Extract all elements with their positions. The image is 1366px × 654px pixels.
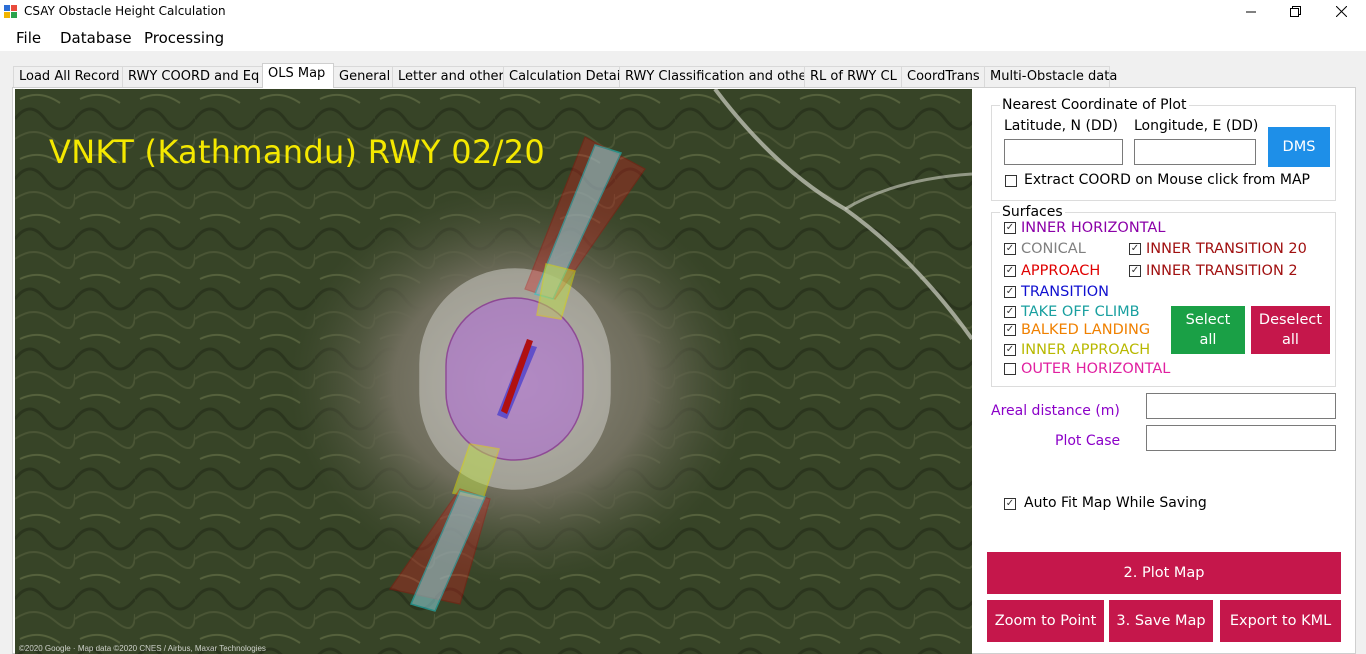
minimize-icon xyxy=(1245,11,1256,13)
surface-conical[interactable]: ✓ CONICAL xyxy=(1004,241,1086,257)
extract-coord-checkbox[interactable] xyxy=(1005,175,1017,187)
tab-multi-obstacle-data[interactable]: Multi-Obstacle data xyxy=(984,66,1117,87)
surface-inner-approach[interactable]: ✓ INNER APPROACH xyxy=(1004,342,1150,358)
balked-landing-checkbox[interactable]: ✓ xyxy=(1004,324,1016,336)
window-title: CSAY Obstacle Height Calculation xyxy=(24,4,226,18)
close-button[interactable] xyxy=(1318,0,1364,23)
inner-approach-label: INNER APPROACH xyxy=(1021,342,1151,358)
restore-icon xyxy=(1289,6,1301,17)
tab-rl-of-rwy-cl[interactable]: RL of RWY CL xyxy=(804,66,902,87)
surface-transition[interactable]: ✓ TRANSITION xyxy=(1004,284,1109,300)
surface-outer-horizontal[interactable]: OUTER HORIZONTAL xyxy=(1004,361,1170,377)
auto-fit-checkbox[interactable]: ✓ xyxy=(1004,498,1016,510)
map-attribution: ©2020 Google · Map data ©2020 CNES / Air… xyxy=(19,644,266,653)
satellite-map xyxy=(15,89,972,654)
inner-transition-2-label: INNER TRANSITION 2 xyxy=(1146,263,1298,279)
tab-coordtrans[interactable]: CoordTrans xyxy=(901,66,985,87)
conical-label: CONICAL xyxy=(1021,241,1086,257)
title-bar: CSAY Obstacle Height Calculation xyxy=(0,0,1366,23)
tab-load-all-record[interactable]: Load All Record xyxy=(13,66,123,87)
longitude-input[interactable] xyxy=(1134,139,1256,165)
menu-database[interactable]: Database xyxy=(60,29,132,47)
outer-horizontal-checkbox[interactable] xyxy=(1004,363,1016,375)
inner-horizontal-checkbox[interactable]: ✓ xyxy=(1004,222,1016,234)
menu-bar: File Database Processing xyxy=(0,23,1366,51)
transition-label: TRANSITION xyxy=(1021,284,1109,300)
plot-case-label: Plot Case xyxy=(1055,433,1121,449)
inner-horizontal-label: INNER HORIZONTAL xyxy=(1021,220,1166,236)
minimize-button[interactable] xyxy=(1228,0,1274,23)
tab-calculation-detail[interactable]: Calculation Detail xyxy=(503,66,624,87)
areal-distance-input[interactable] xyxy=(1146,393,1336,419)
select-all-label: Select all xyxy=(1185,312,1231,348)
deselect-all-button[interactable]: Deselect all xyxy=(1251,306,1330,354)
extract-coord-label: Extract COORD on Mouse click from MAP xyxy=(1024,172,1310,188)
balked-landing-label: BALKED LANDING xyxy=(1021,322,1151,338)
surface-take-off-climb[interactable]: ✓ TAKE OFF CLIMB xyxy=(1004,304,1140,320)
areal-distance-label: Areal distance (m) xyxy=(991,403,1120,419)
surface-inner-transition-2[interactable]: ✓ INNER TRANSITION 2 xyxy=(1129,263,1298,279)
tab-rwy-classification[interactable]: RWY Classification and other xyxy=(619,66,812,87)
tab-rwy-coord[interactable]: RWY COORD and Eq xyxy=(122,66,264,87)
conical-checkbox[interactable]: ✓ xyxy=(1004,243,1016,255)
select-all-button[interactable]: Select all xyxy=(1171,306,1245,354)
take-off-climb-checkbox[interactable]: ✓ xyxy=(1004,306,1016,318)
surface-inner-horizontal[interactable]: ✓ INNER HORIZONTAL xyxy=(1004,220,1165,236)
inner-transition-2-checkbox[interactable]: ✓ xyxy=(1129,265,1141,277)
surfaces-legend: Surfaces xyxy=(1000,204,1065,220)
inner-transition-20-checkbox[interactable]: ✓ xyxy=(1129,243,1141,255)
take-off-climb-label: TAKE OFF CLIMB xyxy=(1021,304,1140,320)
approach-label: APPROACH xyxy=(1021,263,1101,279)
surface-approach[interactable]: ✓ APPROACH xyxy=(1004,263,1100,279)
inner-transition-20-label: INNER TRANSITION 20 xyxy=(1146,241,1307,257)
approach-checkbox[interactable]: ✓ xyxy=(1004,265,1016,277)
deselect-all-label: Deselect all xyxy=(1258,312,1323,348)
auto-fit-label: Auto Fit Map While Saving xyxy=(1024,495,1207,511)
export-kml-button[interactable]: Export to KML xyxy=(1220,600,1341,642)
tab-ols-map[interactable]: OLS Map xyxy=(262,63,334,88)
menu-processing[interactable]: Processing xyxy=(144,29,224,47)
longitude-label: Longitude, E (DD) xyxy=(1134,118,1259,134)
inner-approach-checkbox[interactable]: ✓ xyxy=(1004,344,1016,356)
latitude-input[interactable] xyxy=(1004,139,1123,165)
app-icon xyxy=(4,5,18,18)
tab-letter-and-others[interactable]: Letter and others xyxy=(392,66,511,87)
tab-general[interactable]: General xyxy=(333,66,393,87)
outer-horizontal-label: OUTER HORIZONTAL xyxy=(1021,361,1171,377)
menu-file[interactable]: File xyxy=(16,29,41,47)
save-map-button[interactable]: 3. Save Map xyxy=(1109,600,1213,642)
transition-checkbox[interactable]: ✓ xyxy=(1004,286,1016,298)
surface-inner-transition-20[interactable]: ✓ INNER TRANSITION 20 xyxy=(1129,241,1307,257)
close-icon xyxy=(1335,6,1347,17)
plot-map-button[interactable]: 2. Plot Map xyxy=(987,552,1341,594)
nearest-coordinate-legend: Nearest Coordinate of Plot xyxy=(1000,97,1189,113)
zoom-to-point-button[interactable]: Zoom to Point xyxy=(987,600,1104,642)
dms-button[interactable]: DMS xyxy=(1268,127,1330,167)
latitude-label: Latitude, N (DD) xyxy=(1004,118,1118,134)
surface-balked-landing[interactable]: ✓ BALKED LANDING xyxy=(1004,322,1150,338)
restore-button[interactable] xyxy=(1272,0,1318,23)
map-view[interactable]: VNKT (Kathmandu) RWY 02/20 ©2020 Google … xyxy=(15,89,972,654)
plot-case-input[interactable] xyxy=(1146,425,1336,451)
map-title: VNKT (Kathmandu) RWY 02/20 xyxy=(49,133,546,171)
